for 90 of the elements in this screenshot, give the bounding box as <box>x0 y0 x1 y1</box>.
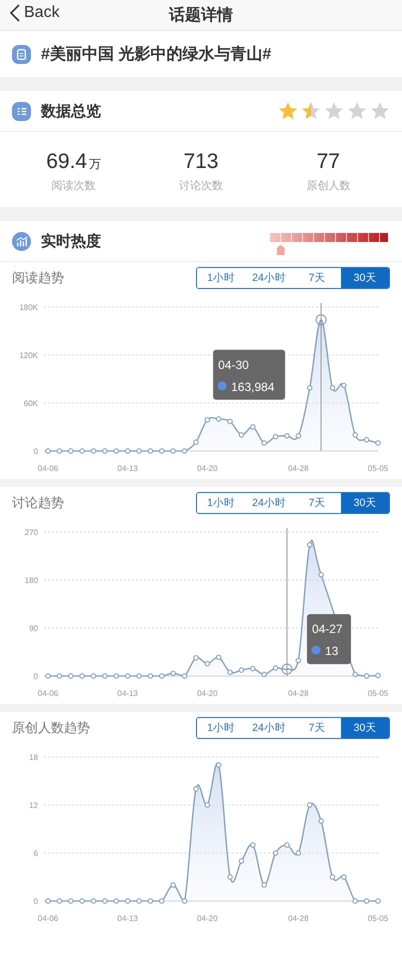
tooltip-value: 163,984 <box>231 380 274 394</box>
bar-chart-icon <box>12 232 31 250</box>
data-point <box>45 898 51 904</box>
data-point <box>272 850 278 856</box>
tooltip-value: 13 <box>324 644 338 658</box>
data-point <box>341 874 347 880</box>
axis-label: 05-05 <box>368 689 388 698</box>
axis-label: 04-28 <box>288 689 309 698</box>
data-point <box>204 802 210 808</box>
data-point <box>159 898 164 904</box>
range-tab[interactable]: 30天 <box>341 493 389 513</box>
data-point <box>216 762 222 768</box>
axis-label: 04-20 <box>197 464 218 473</box>
data-point <box>284 842 290 848</box>
data-point <box>375 898 381 904</box>
stat-label: 讨论次数 <box>178 179 223 193</box>
data-point <box>124 898 130 904</box>
stat-label: 阅读次数 <box>52 179 96 193</box>
star-icon <box>324 101 344 121</box>
axis-label: 60K <box>24 399 38 408</box>
data-point <box>227 874 233 880</box>
stat-label: 原创人数 <box>306 179 350 193</box>
stat-value: 77 <box>316 150 340 174</box>
range-tab[interactable]: 30天 <box>341 268 389 288</box>
data-point <box>364 898 370 904</box>
data-point <box>262 882 267 888</box>
axis-label: 04-28 <box>288 464 309 473</box>
axis-label: 6 <box>34 849 38 858</box>
data-point <box>318 818 324 824</box>
axis-label: 12 <box>29 801 38 810</box>
axis-label: 180 <box>24 576 38 585</box>
chevron-left-icon <box>10 4 20 22</box>
data-point <box>102 898 108 904</box>
page-title: 话题详情 <box>169 5 233 26</box>
section-title: 数据总览 <box>41 102 102 120</box>
data-point <box>330 874 336 880</box>
data-point <box>307 802 312 808</box>
axis-label: 90 <box>29 624 38 633</box>
axis-label: 04-13 <box>117 689 138 698</box>
axis-label: 04-13 <box>117 914 138 923</box>
axis-label: 04-06 <box>38 914 58 923</box>
series-dot <box>311 646 320 655</box>
data-point <box>238 858 244 864</box>
axis-label: 04-20 <box>197 689 218 698</box>
tooltip-date: 04-30 <box>218 358 249 372</box>
topic-title: #美丽中国 光影中的绿水与青山# <box>41 44 272 64</box>
range-tab[interactable]: 30天 <box>341 718 389 738</box>
list-icon <box>12 102 31 120</box>
axis-label: 05-05 <box>368 464 388 473</box>
axis-label: 120K <box>19 351 38 360</box>
data-point <box>114 898 119 904</box>
axis-label: 04-13 <box>117 464 138 473</box>
data-point <box>193 786 199 792</box>
tooltip-date: 04-27 <box>312 622 343 636</box>
axis-label: 18 <box>29 753 38 762</box>
heat-marker <box>276 245 285 255</box>
chart-title: 阅读趋势 <box>12 269 64 287</box>
axis-label: 04-06 <box>38 464 58 473</box>
axis-label: 0 <box>34 672 38 681</box>
data-point <box>136 898 142 904</box>
star-icon <box>278 101 298 121</box>
stat-value: 713 <box>183 150 218 174</box>
series-dot <box>218 381 227 390</box>
star-icon <box>370 101 390 121</box>
data-point <box>90 898 96 904</box>
chart-title: 讨论趋势 <box>12 494 64 512</box>
axis-label: 270 <box>24 528 38 537</box>
data-point <box>182 898 188 904</box>
data-point <box>170 882 176 888</box>
data-point <box>56 898 62 904</box>
axis-label: 04-28 <box>288 914 309 923</box>
back-button[interactable]: Back <box>10 4 60 22</box>
data-point <box>148 898 154 904</box>
data-point <box>68 898 74 904</box>
section-title: 实时热度 <box>41 232 102 250</box>
stat-value: 69.4 万 <box>46 150 102 174</box>
axis-label: 04-06 <box>38 689 58 698</box>
document-icon <box>12 44 31 64</box>
star-icon <box>301 101 321 121</box>
chart-title: 原创人数趋势 <box>12 719 90 737</box>
data-point <box>352 898 358 904</box>
data-point <box>250 842 256 848</box>
data-point <box>296 850 302 856</box>
axis-label: 04-20 <box>197 914 218 923</box>
axis-label: 0 <box>34 447 38 456</box>
axis-label: 0 <box>34 897 38 906</box>
axis-label: 05-05 <box>368 914 388 923</box>
axis-label: 180K <box>19 303 38 312</box>
data-point <box>79 898 85 904</box>
star-icon <box>347 101 367 121</box>
